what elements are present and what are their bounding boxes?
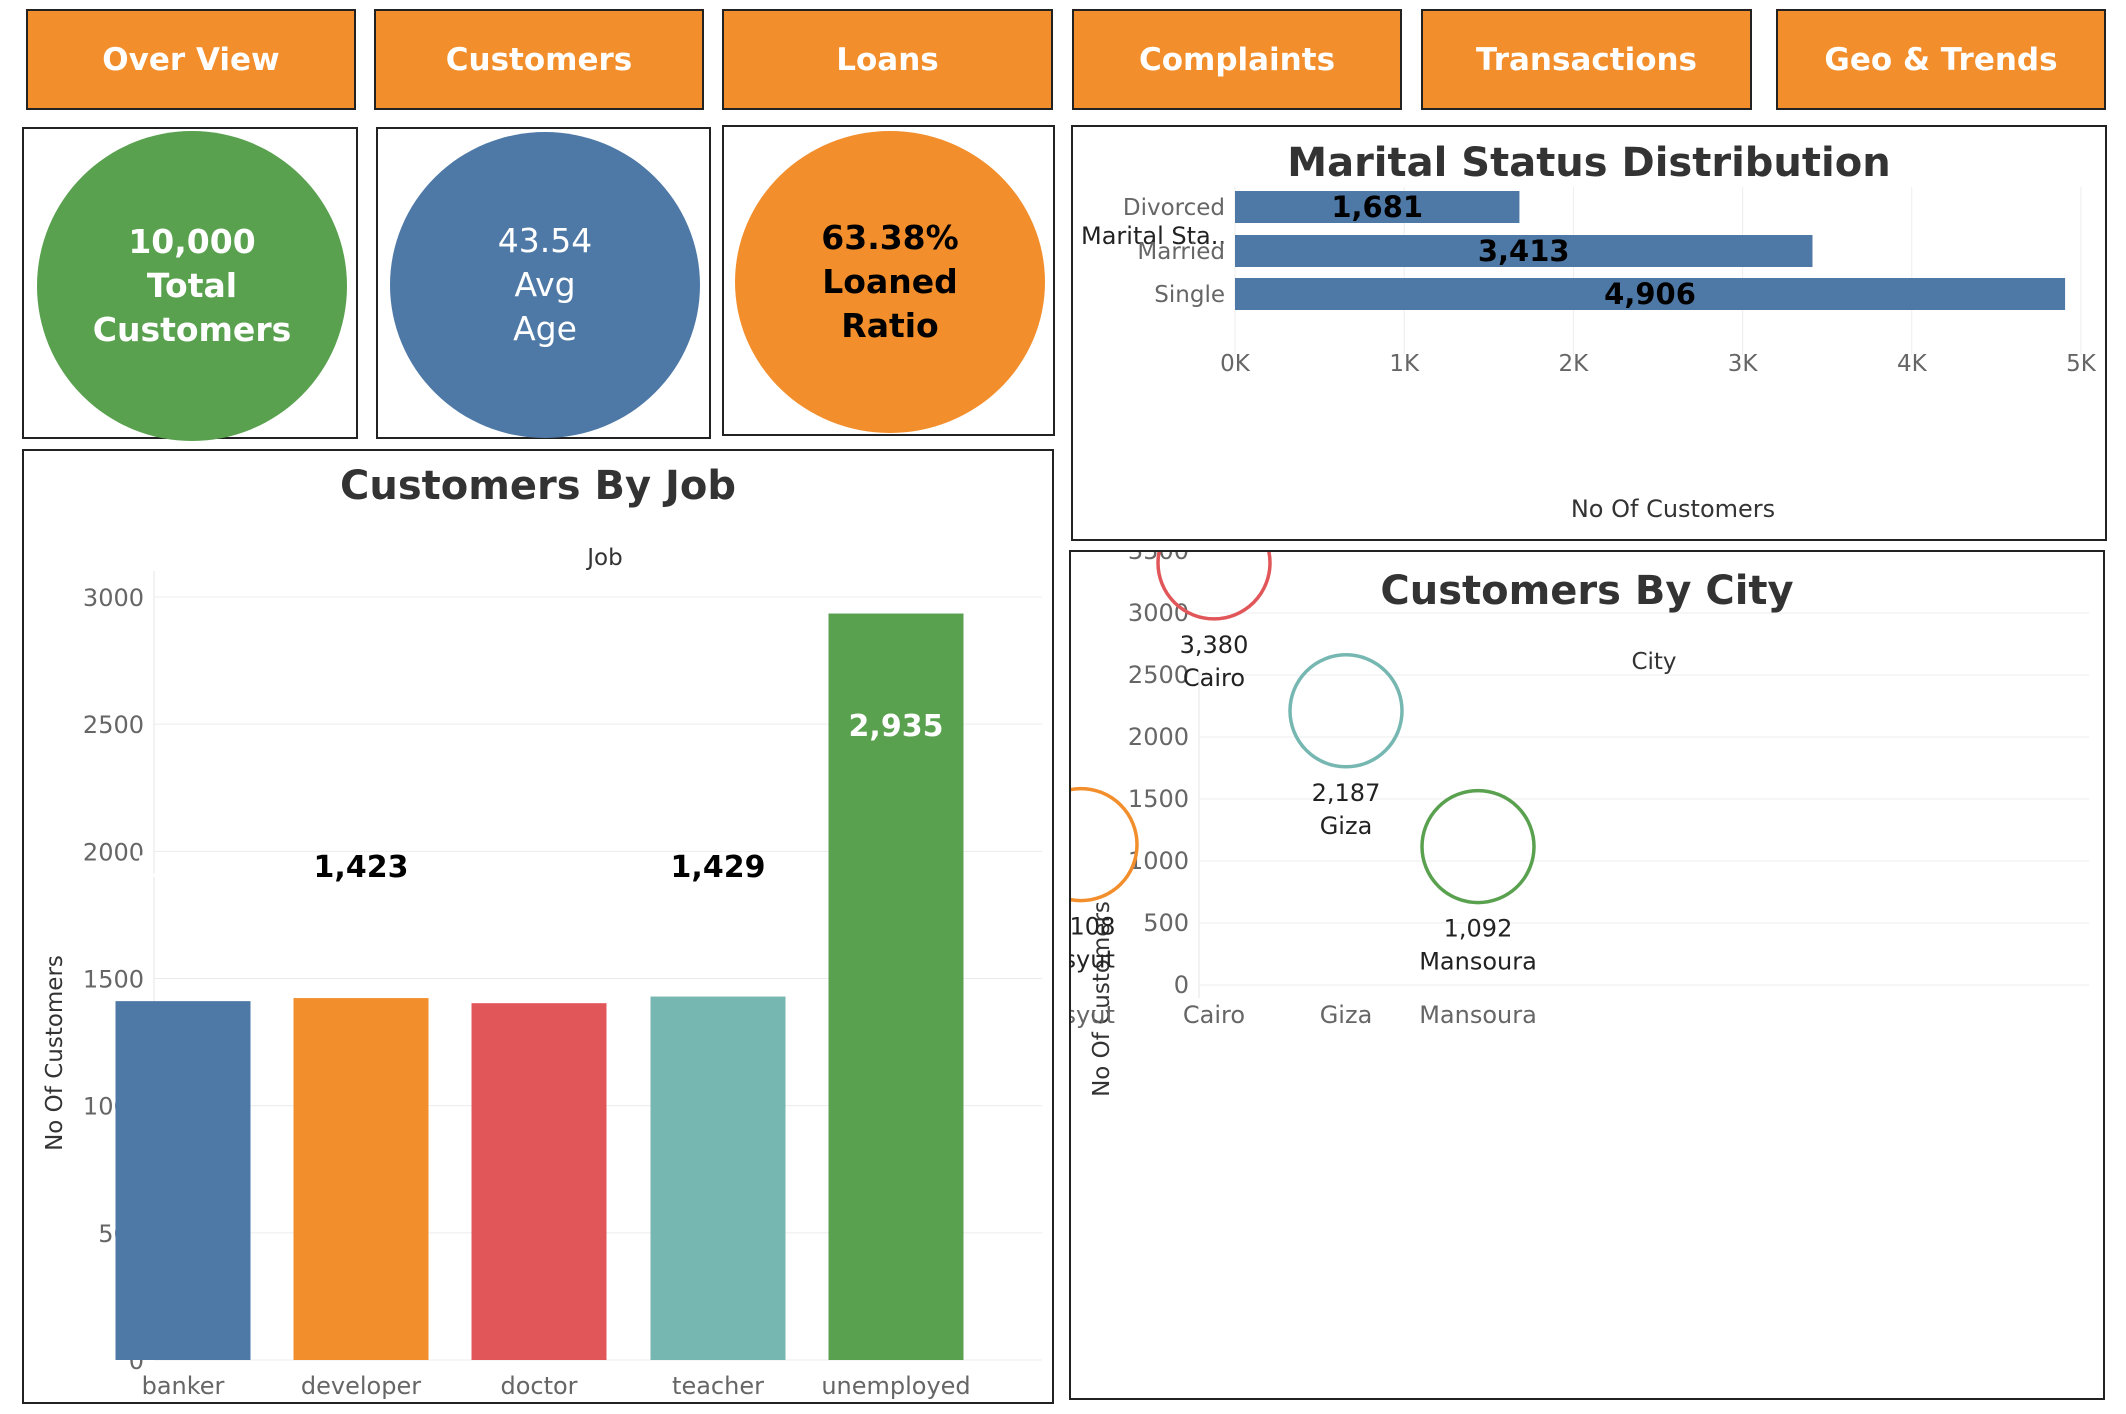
- marital-x-tick-label: 3K: [1728, 351, 1759, 377]
- city-category-label: Giza: [1320, 1001, 1373, 1029]
- marital-bar-value-label: 3,413: [1478, 234, 1570, 268]
- nav-label: Transactions: [1475, 41, 1698, 78]
- nav-button-customers[interactable]: Customers: [374, 9, 704, 110]
- marital-chart: Marital Sta.. No Of Customers 0K 1K 2K 3K 4K…: [1081, 187, 2097, 523]
- city-bubble-value-label: 3,380: [1180, 631, 1249, 659]
- kpi-value: 43.54: [497, 221, 593, 260]
- city-y-tick-label: 500: [1143, 909, 1189, 937]
- kpi-label: Age: [513, 309, 577, 348]
- city-bubble: [1288, 653, 1404, 769]
- kpi-label: Customers: [92, 310, 292, 349]
- job-category-label: doctor: [500, 1372, 577, 1400]
- kpi-circle-loaned-ratio: 63.38% Loaned Ratio: [735, 131, 1045, 433]
- nav-button-complaints[interactable]: Complaints: [1072, 9, 1402, 110]
- city-category-label: Cairo: [1183, 1001, 1245, 1029]
- nav-label: Customers: [445, 41, 633, 78]
- job-y-tick-label: 1500: [83, 966, 144, 994]
- city-bubble-value-label: 2,187: [1312, 779, 1381, 807]
- city-y-tick-label: 2500: [1128, 661, 1189, 689]
- city-y-tick-label: 1500: [1128, 785, 1189, 813]
- marital-x-tick-label: 4K: [1897, 351, 1928, 377]
- city-bubble-value-label: 1,092: [1444, 915, 1513, 943]
- job-bar: [650, 996, 786, 1360]
- marital-x-tick-label: 2K: [1559, 351, 1590, 377]
- kpi-panel-total-customers: 10,000 Total Customers: [22, 127, 358, 441]
- kpi-value: 63.38%: [821, 218, 959, 257]
- job-bar-value-label: 2,935: [849, 709, 944, 744]
- job-category-label: developer: [301, 1372, 421, 1400]
- job-bar: [115, 1001, 251, 1360]
- nav-label: Geo & Trends: [1824, 41, 2058, 78]
- kpi-label: Total: [146, 266, 238, 305]
- kpi-circle-total-customers: 10,000 Total Customers: [37, 131, 347, 441]
- marital-category-label: Married: [1137, 239, 1225, 265]
- kpi-label: Ratio: [841, 306, 939, 345]
- nav-button-overview[interactable]: Over View: [26, 9, 356, 110]
- job-y-tick-label: 2500: [83, 711, 144, 739]
- marital-status-panel: Marital Status Distribution Marital Sta.…: [1071, 125, 2107, 541]
- job-y-axis-title: No Of Customers: [42, 955, 68, 1151]
- city-header: City: [1631, 649, 1676, 675]
- kpi-circle-avg-age: 43.54 Avg Age: [390, 132, 700, 438]
- kpi-panel-loaned-ratio: 63.38% Loaned Ratio: [722, 125, 1055, 436]
- job-category-label: unemployed: [821, 1372, 970, 1400]
- city-bubble-name-label: Asyut: [1071, 946, 1115, 974]
- city-y-tick-label: 3000: [1128, 599, 1189, 627]
- marital-category-label: Single: [1154, 282, 1225, 308]
- city-y-tick-label: 2000: [1128, 723, 1189, 751]
- job-category-label: banker: [142, 1372, 225, 1400]
- job-bar-value-label: 1,403: [492, 850, 587, 885]
- job-bar: [471, 1003, 607, 1360]
- kpi-label: Loaned: [822, 262, 958, 301]
- job-chart: Job No Of Customers 05001000150020002500…: [42, 545, 1042, 1400]
- city-bubble-name-label: Cairo: [1183, 664, 1245, 692]
- marital-x-tick-label: 1K: [1389, 351, 1420, 377]
- city-y-tick-label: 0: [1174, 971, 1189, 999]
- marital-x-axis-title: No Of Customers: [1571, 495, 1775, 523]
- city-panel: Customers By City City No Of Customers 0…: [1069, 550, 2105, 1400]
- job-y-tick-label: 3000: [83, 584, 144, 612]
- job-category-label: teacher: [672, 1372, 764, 1400]
- nav-button-transactions[interactable]: Transactions: [1421, 9, 1752, 110]
- marital-x-tick-label: 0K: [1220, 351, 1251, 377]
- job-bar: [293, 998, 429, 1360]
- job-bar-value-label: 1,411: [136, 850, 231, 885]
- job-header: Job: [585, 545, 622, 571]
- job-bar-value-label: 1,429: [671, 850, 766, 885]
- city-category-label: Mansoura: [1419, 1001, 1537, 1029]
- nav-label: Loans: [836, 41, 939, 78]
- marital-bar-value-label: 1,681: [1331, 190, 1423, 224]
- city-bubble-value-label: 1,108: [1071, 913, 1115, 941]
- job-panel: Customers By Job Job No Of Customers 050…: [22, 449, 1054, 1404]
- job-bar-value-label: 1,423: [314, 850, 409, 885]
- kpi-value: 10,000: [128, 222, 256, 261]
- nav-button-loans[interactable]: Loans: [722, 9, 1053, 110]
- city-category-label: Asyut: [1071, 1001, 1115, 1029]
- nav-label: Over View: [102, 41, 280, 78]
- nav-label: Complaints: [1138, 41, 1336, 78]
- marital-category-label: Divorced: [1123, 195, 1225, 221]
- nav-button-geo-trends[interactable]: Geo & Trends: [1776, 9, 2106, 110]
- city-bubble-name-label: Mansoura: [1419, 948, 1537, 976]
- city-chart: City No Of Customers 0500100015002000250…: [1071, 552, 2089, 1097]
- kpi-label: Avg: [514, 265, 576, 304]
- marital-x-tick-label: 5K: [2066, 351, 2097, 377]
- city-bubble-name-label: Giza: [1320, 812, 1373, 840]
- marital-bar-value-label: 4,906: [1604, 277, 1696, 311]
- kpi-panel-avg-age: 43.54 Avg Age: [376, 127, 711, 439]
- city-bubble: [1420, 788, 1536, 905]
